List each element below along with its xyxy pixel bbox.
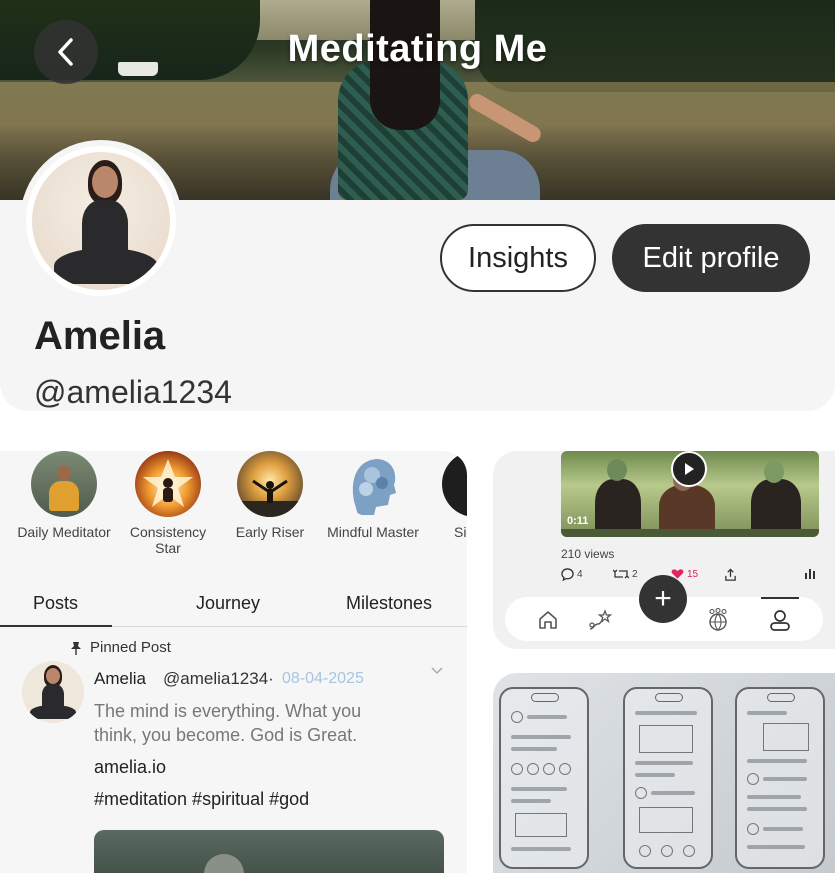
badge-label: Sil Se [454,524,467,540]
sketch-phone [623,687,713,869]
post-date: 08-04-2025 [282,670,364,687]
badge-label: Daily Meditator [17,524,111,540]
video-post-card: 0:11 210 views 4 2 15 + [493,451,835,649]
edit-profile-button[interactable]: Edit profile [612,224,810,292]
badge-partial[interactable]: Sil Se [426,451,467,540]
nav-community[interactable] [705,607,731,633]
sketch-phone [499,687,589,869]
comment-icon [561,568,574,581]
repost-icon [613,569,629,579]
post-options-chevron[interactable] [430,663,444,681]
star-icon [135,451,201,517]
pinned-post-text: Pinned Post [90,639,171,656]
pinned-post-label: Pinned Post [70,639,171,656]
post-author-handle[interactable]: @amelia1234· [163,669,274,689]
wireframe-sketch-image[interactable] [493,673,835,873]
badge-label: Mindful Master [327,524,419,540]
nav-active-indicator [761,597,799,599]
share-action[interactable] [724,568,737,582]
post-body-text: The mind is everything. What you think, … [94,701,362,745]
play-icon [685,463,694,475]
repost-action[interactable]: 2 [613,568,638,580]
nav-profile[interactable] [767,607,793,633]
monk-icon [31,451,97,517]
pin-icon [71,641,81,655]
comment-action[interactable]: 4 [561,568,583,581]
badge-early-riser[interactable]: Early Riser [220,451,320,540]
post-hashtags[interactable]: #meditation #spiritual #god [94,789,309,810]
play-button[interactable] [671,451,707,487]
badge-label: Early Riser [235,524,305,540]
badges-row: Daily Meditator Consistency Star Early R… [0,451,467,561]
bar-chart-icon [805,569,815,579]
home-icon [539,611,557,629]
profile-handle: @amelia1234 [34,374,232,410]
sketch-phone [735,687,825,869]
badge-label: Consistency Star [129,524,207,556]
badge-mindful-master[interactable]: Mindful Master [323,451,423,540]
insights-button[interactable]: Insights [440,224,596,292]
profile-avatar[interactable] [26,146,176,296]
post-image[interactable] [94,830,444,873]
badge-icon [442,451,467,517]
create-post-button[interactable]: + [639,575,687,623]
comment-count: 4 [577,569,583,580]
repost-count: 2 [632,568,638,580]
profile-card: Meditating Me Insights Edit profile Amel… [0,0,835,411]
analytics-action[interactable] [805,568,815,579]
share-icon [725,568,736,581]
like-count: 15 [687,568,699,580]
nav-home[interactable] [535,607,561,633]
video-duration: 0:11 [567,515,589,527]
tab-milestones[interactable]: Milestones [346,593,432,614]
globe-people-icon [709,608,727,631]
post-author-avatar[interactable] [22,661,84,723]
badge-consistency-star[interactable]: Consistency Star [118,451,218,556]
nav-journey[interactable] [587,607,613,633]
badge-daily-meditator[interactable]: Daily Meditator [14,451,114,540]
path-star-icon [589,609,612,630]
chevron-down-icon [431,667,443,675]
tab-active-indicator [0,625,112,627]
tab-posts[interactable]: Posts [33,593,78,614]
mind-head-icon [340,451,406,517]
post-link[interactable]: amelia.io [94,757,166,778]
user-icon [770,610,790,631]
tab-journey[interactable]: Journey [196,593,260,614]
page-title: Meditating Me [287,28,548,70]
post-author-name[interactable]: Amelia [94,669,146,689]
profile-feed-card: Daily Meditator Consistency Star Early R… [0,451,467,873]
profile-name: Amelia [34,314,166,358]
video-views: 210 views [561,547,615,561]
sunrise-icon [237,451,303,517]
